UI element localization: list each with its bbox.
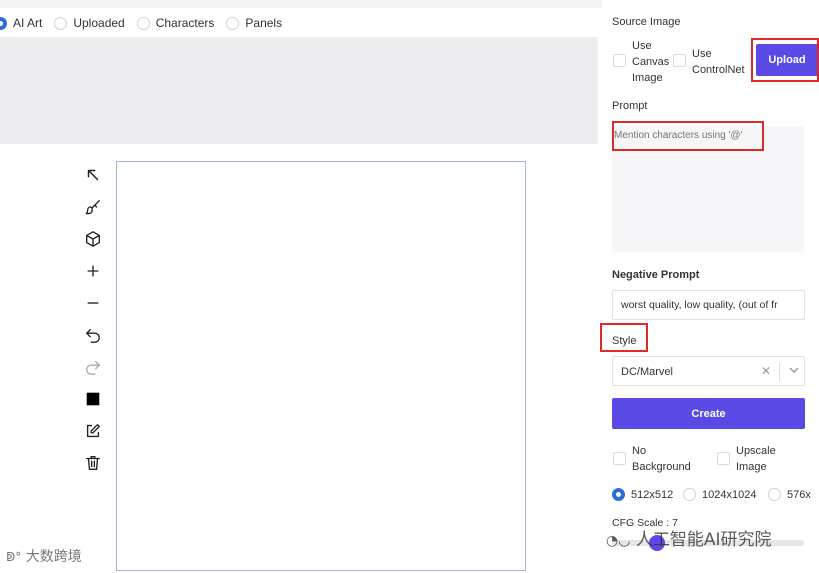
weibo-icon: ↁ° xyxy=(6,550,22,564)
tab-label: Characters xyxy=(155,16,215,30)
color-swatch-icon[interactable] xyxy=(80,386,106,412)
chevron-down-icon[interactable] xyxy=(788,363,800,377)
mode-tabs: AI Art Uploaded Characters Panels xyxy=(0,14,294,32)
res-label: 1024x1024 xyxy=(702,488,757,501)
radio-icon xyxy=(683,488,696,501)
redo-icon[interactable] xyxy=(80,354,106,380)
image-strip xyxy=(0,37,598,144)
watermark-left-text: 大数跨境 xyxy=(25,549,82,565)
tab-ai-art[interactable]: AI Art xyxy=(0,16,42,30)
settings-panel: Source Image Use Canvas Image Use Contro… xyxy=(600,0,819,573)
prompt-label: Prompt xyxy=(612,100,648,112)
source-image-label: Source Image xyxy=(612,16,681,28)
watermark-right: ◔◡ 人工智能AI研究院 xyxy=(606,525,772,550)
negative-prompt-input[interactable] xyxy=(612,290,805,320)
res-option-512[interactable]: 512x512 xyxy=(612,488,673,501)
trash-icon[interactable] xyxy=(80,450,106,476)
use-canvas-checkbox[interactable] xyxy=(613,54,626,67)
res-option-576[interactable]: 576x xyxy=(768,488,811,501)
cube-icon[interactable] xyxy=(80,226,106,252)
clear-icon[interactable]: ✕ xyxy=(761,364,771,378)
brush-icon[interactable] xyxy=(80,194,106,220)
drawing-canvas[interactable] xyxy=(116,161,526,571)
radio-icon xyxy=(54,16,68,30)
top-strip xyxy=(0,0,602,8)
tab-uploaded[interactable]: Uploaded xyxy=(54,16,125,30)
use-controlnet-label: Use ControlNet xyxy=(692,48,745,76)
tab-label: Panels xyxy=(245,16,283,30)
undo-icon[interactable] xyxy=(80,322,106,348)
style-select[interactable]: DC/Marvel ✕ xyxy=(612,356,805,386)
radio-icon xyxy=(0,16,7,30)
use-canvas-label: Use Canvas Image xyxy=(632,40,670,84)
watermark-right-text: 人工智能AI研究院 xyxy=(635,530,772,550)
prompt-input[interactable] xyxy=(612,126,804,252)
negative-prompt-label: Negative Prompt xyxy=(612,269,700,281)
upscale-label: Upscale Image xyxy=(736,445,776,473)
select-divider xyxy=(779,363,780,381)
upload-button[interactable]: Upload xyxy=(756,44,818,76)
res-label: 576x xyxy=(787,488,811,501)
radio-icon xyxy=(768,488,781,501)
no-background-label: No Background xyxy=(632,445,691,473)
drawing-toolbar xyxy=(80,162,106,482)
upscale-checkbox[interactable] xyxy=(717,452,730,465)
create-button[interactable]: Create xyxy=(612,398,805,429)
zoom-out-icon[interactable] xyxy=(80,290,106,316)
radio-icon xyxy=(136,16,150,30)
res-label: 512x512 xyxy=(631,488,674,501)
tab-label: AI Art xyxy=(13,16,43,30)
tab-panels[interactable]: Panels xyxy=(226,16,282,30)
no-background-checkbox[interactable] xyxy=(613,452,626,465)
zoom-in-icon[interactable] xyxy=(80,258,106,284)
edit-icon[interactable] xyxy=(80,418,106,444)
select-arrow-icon[interactable] xyxy=(80,162,106,188)
tab-characters[interactable]: Characters xyxy=(136,16,215,30)
style-value: DC/Marvel xyxy=(621,366,673,378)
wechat-icon: ◔◡ xyxy=(606,533,631,549)
radio-icon xyxy=(226,16,240,30)
watermark-left: ↁ° 大数跨境 xyxy=(6,546,82,566)
tab-label: Uploaded xyxy=(73,16,125,30)
res-option-1024[interactable]: 1024x1024 xyxy=(683,488,756,501)
use-controlnet-checkbox[interactable] xyxy=(673,54,686,67)
radio-icon xyxy=(612,488,625,501)
style-label: Style xyxy=(612,335,637,347)
